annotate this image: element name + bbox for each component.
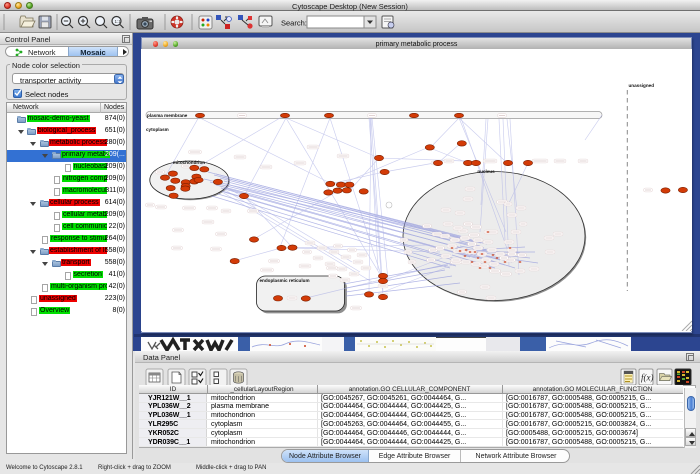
svg-text:Search:: Search: bbox=[281, 19, 307, 28]
svg-text:endoplasmic reticulum: endoplasmic reticulum bbox=[260, 278, 310, 283]
svg-text:cytoplasm: cytoplasm bbox=[146, 127, 169, 132]
svg-text:mitochondrion: mitochondrion bbox=[173, 160, 205, 165]
svg-text:plasma membrane: plasma membrane bbox=[147, 113, 188, 118]
svg-text:f(x): f(x) bbox=[641, 373, 654, 383]
svg-text:unassigned: unassigned bbox=[629, 83, 655, 88]
svg-text:nucleus: nucleus bbox=[477, 169, 495, 174]
svg-text:1:1: 1:1 bbox=[115, 19, 122, 24]
